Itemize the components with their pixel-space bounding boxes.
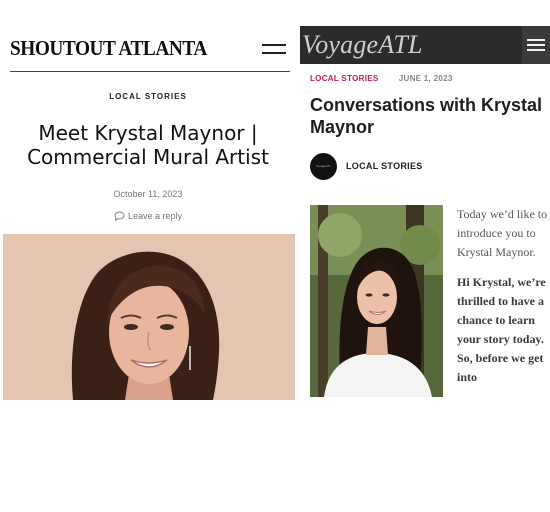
article-body: Today we’d like to introduce you to Krys… — [457, 205, 550, 387]
question-paragraph: Hi Krystal, we’re thrilled to have a cha… — [457, 275, 546, 384]
intro-paragraph: Today we’d like to introduce you to Krys… — [457, 207, 548, 259]
article-meta: LOCAL STORIES JUNE 1, 2023 — [310, 74, 453, 83]
site-logo[interactable]: VoyageATL — [302, 30, 423, 60]
author-label[interactable]: LOCAL STORIES — [346, 161, 423, 171]
author-avatar[interactable]: VoyageATL — [310, 153, 337, 180]
hamburger-menu-icon[interactable] — [262, 42, 286, 54]
site-logo[interactable]: SHOUTOUT ATLANTA — [10, 36, 207, 61]
site-header: VoyageATL — [300, 26, 550, 64]
portrait-photo — [3, 234, 295, 400]
category-link[interactable]: LOCAL STORIES — [310, 74, 379, 83]
site-header: SHOUTOUT ATLANTA — [10, 36, 290, 72]
article-category[interactable]: LOCAL STORIES — [0, 92, 296, 101]
shoutout-atlanta-screenshot: SHOUTOUT ATLANTA LOCAL STORIES Meet Krys… — [0, 0, 296, 400]
article-date: JUNE 1, 2023 — [398, 74, 453, 83]
reply-label: Leave a reply — [127, 211, 183, 221]
hamburger-menu-icon[interactable] — [522, 26, 550, 64]
voyageatl-screenshot: VoyageATL LOCAL STORIES JUNE 1, 2023 Con… — [300, 0, 550, 400]
portrait-photo — [310, 205, 443, 397]
article-title: Meet Krystal Maynor | Commercial Mural A… — [27, 121, 269, 169]
article-date: October 11, 2023 — [113, 189, 183, 199]
article-title: Conversations with Krystal Maynor — [310, 95, 543, 137]
leave-reply-link[interactable]: Leave a reply — [0, 211, 296, 221]
speech-bubble-icon — [114, 211, 125, 221]
avatar-text: VoyageATL — [315, 164, 332, 168]
